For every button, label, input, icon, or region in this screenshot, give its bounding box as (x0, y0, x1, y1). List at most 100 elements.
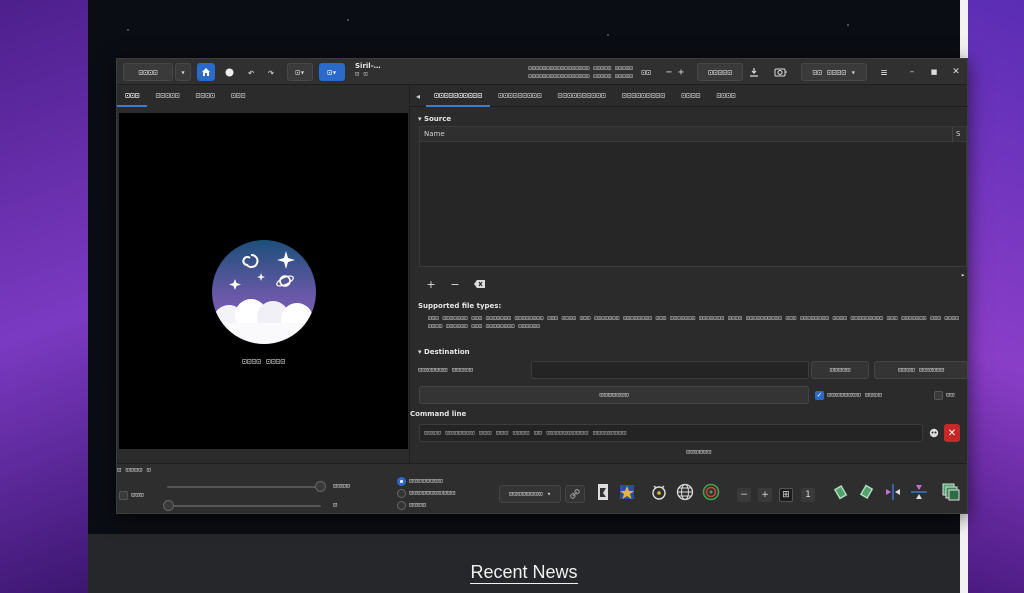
low-slider-value: ⊡ (333, 501, 338, 509)
siril-window: ⊡⊡⊡⊡ ▾ ↶ ↷ ⊡▾ ⊡▾ Siril-… ⊡ ⊡ ⊡⊡⊡⊡⊡⊡⊡⊡⊡⊡⊡… (116, 58, 968, 514)
negative-view-icon[interactable] (593, 482, 613, 502)
tab-viewer-3[interactable]: ⊡⊡⊡⊡ (188, 85, 223, 107)
hamburger-menu-icon[interactable]: ≡ (875, 63, 893, 81)
debayer-checkbox[interactable] (934, 391, 943, 400)
add-file-button[interactable]: + (422, 276, 440, 292)
file-table-header: Name S (420, 127, 966, 142)
recent-news-heading[interactable]: Recent News (88, 562, 960, 584)
low-slider-track[interactable] (167, 505, 321, 507)
zoom-fit-button[interactable]: ⊡⊡⊡⊡⊡ (697, 63, 743, 81)
radio-option-1[interactable] (397, 477, 406, 486)
photometry-icon[interactable] (649, 482, 669, 502)
radio-option-2[interactable] (397, 489, 406, 498)
symbolic-link-label: ⊡⊡⊡⊡⊡⊡⊡⊡ ⊡⊡⊡⊡ (827, 391, 882, 399)
radio-option-1-label: ⊡⊡⊡⊡⊡⊡⊡⊡ (409, 477, 443, 485)
mirror-x-icon[interactable] (883, 482, 903, 502)
zoom-in-icon[interactable]: + (758, 488, 772, 502)
bottom-toolbar: ⊡ ⊡⊡⊡⊡ ⊡ ⊡⊡⊡ ⊡⊡⊡⊡ ⊡ ⊡⊡⊡⊡⊡⊡⊡⊡ ⊡⊡⊡⊡⊡⊡⊡⊡⊡⊡⊡… (117, 463, 967, 513)
tab-calibration[interactable]: ⊡⊡⊡⊡⊡⊡⊡⊡⊡⊡ (550, 85, 614, 107)
siril-logo (211, 239, 317, 345)
control-pane: ◂ ⊡⊡⊡⊡⊡⊡⊡⊡⊡⊡ ⊡⊡⊡⊡⊡⊡⊡⊡⊡ ⊡⊡⊡⊡⊡⊡⊡⊡⊡⊡ ⊡⊡⊡⊡⊡⊡… (409, 85, 968, 463)
zoom-one-icon[interactable]: 1 (801, 488, 815, 502)
convert-button[interactable]: ⊡⊡⊡⊡⊡⊡⊡ (419, 386, 809, 404)
display-checkbox[interactable] (119, 491, 128, 500)
redo-icon[interactable]: ↷ (263, 63, 279, 81)
tab-sequence[interactable]: ⊡⊡⊡⊡⊡⊡⊡⊡⊡ (490, 85, 549, 107)
low-slider-handle[interactable] (163, 500, 174, 511)
supported-types-title: Supported file types: (418, 302, 502, 310)
tab-registration[interactable]: ⊡⊡⊡⊡⊡⊡⊡⊡⊡ (614, 85, 673, 107)
chevron-down-icon[interactable]: ▾ (175, 63, 191, 81)
close-icon[interactable]: ✕ (949, 65, 963, 79)
command-line-title: Command line (410, 410, 467, 418)
tab-viewer-1[interactable]: ⊡⊡⊡ (117, 85, 148, 107)
camera-icon[interactable] (767, 63, 795, 81)
radio-option-2-label: ⊡⊡⊡⊡⊡⊡⊡⊡⊡⊡⊡ (409, 489, 456, 497)
clear-list-icon[interactable] (470, 276, 488, 292)
window-title: Siril-… ⊡ ⊡ (355, 62, 381, 78)
symbolic-link-checkbox[interactable]: ✓ (815, 391, 824, 400)
target-icon[interactable] (701, 482, 721, 502)
high-slider-handle[interactable] (315, 481, 326, 492)
image-viewer-pane: ⊡⊡⊡ ⊡⊡⊡⊡⊡ ⊡⊡⊡⊡ ⊡⊡⊡ ⊡⊡⊡⊡ ⊡⊡⊡⊡ (117, 85, 409, 463)
download-icon[interactable] (745, 63, 763, 81)
column-name[interactable]: Name (424, 130, 445, 138)
mirror-y-icon[interactable] (909, 482, 929, 502)
zoom-out-icon[interactable]: − (737, 488, 751, 502)
zoom-label: ⊡⊡ (641, 67, 651, 77)
destination-option-button[interactable]: ⊡⊡⊡⊡⊡ (811, 361, 869, 379)
command-help-icon[interactable] (925, 425, 943, 441)
tab-stacking[interactable]: ⊡⊡⊡⊡ (708, 85, 743, 107)
destination-section-title[interactable]: Destination (418, 348, 470, 356)
command-line-input[interactable]: ⊡⊡⊡⊡ ⊡⊡⊡⊡⊡⊡⊡ ⊡⊡⊡ ⊡⊡⊡ ⊡⊡⊡⊡ ⊡⊡ ⊡⊡⊡⊡⊡⊡⊡⊡⊡⊡ … (419, 424, 923, 442)
minimize-icon[interactable]: – (905, 65, 919, 79)
link-icon[interactable] (565, 485, 585, 503)
column-size[interactable]: S (952, 127, 960, 142)
remove-file-button[interactable]: − (446, 276, 464, 292)
scripts-menu-button[interactable]: ⊡▾ (287, 63, 313, 81)
tab-viewer-2[interactable]: ⊡⊡⊡⊡⊡ (147, 85, 187, 107)
display-checkbox-label: ⊡⊡⊡ (131, 491, 144, 499)
source-section-title[interactable]: Source (418, 115, 451, 123)
home-icon[interactable] (197, 63, 215, 81)
tabs-scroll-left-icon[interactable]: ◂ (410, 85, 426, 107)
supported-types-list: ⊡⊡⊡ ⊡⊡⊡⊡⊡⊡⊡ ⊡⊡⊡ ⊡⊡⊡⊡⊡⊡⊡ ⊡⊡⊡⊡⊡⊡⊡⊡ ⊡⊡⊡ ⊡⊡⊡… (428, 315, 960, 330)
false-color-icon[interactable] (617, 482, 637, 502)
high-slider-value: ⊡⊡⊡⊡ (333, 482, 350, 490)
image-preview[interactable]: ⊡⊡⊡⊡ ⊡⊡⊡⊡ (119, 113, 408, 449)
stop-process-button[interactable]: ✕ (944, 424, 960, 442)
source-file-table[interactable]: Name S (419, 126, 967, 267)
control-tabs: ◂ ⊡⊡⊡⊡⊡⊡⊡⊡⊡⊡ ⊡⊡⊡⊡⊡⊡⊡⊡⊡ ⊡⊡⊡⊡⊡⊡⊡⊡⊡⊡ ⊡⊡⊡⊡⊡⊡… (410, 85, 968, 107)
radio-option-3-label: ⊡⊡⊡⊡ (409, 501, 426, 509)
stretch-select[interactable]: ⊡⊡⊡⊡⊡⊡⊡⊡ ▾ (499, 485, 561, 503)
undo-icon[interactable]: ↶ (243, 63, 259, 81)
high-slider-track[interactable] (167, 486, 321, 488)
image-stack-icon[interactable] (941, 482, 961, 502)
working-directory: ⊡⊡⊡⊡⊡⊡⊡⊡⊡⊡⊡⊡⊡⊡⊡⊡⊡ ⊡⊡⊡⊡⊡ ⊡⊡⊡⊡⊡ ⊡⊡⊡⊡⊡⊡⊡⊡⊡⊡… (528, 65, 633, 80)
tab-viewer-4[interactable]: ⊡⊡⊡ (223, 85, 253, 107)
rotate-right-icon[interactable] (857, 482, 877, 502)
header-bar: ⊡⊡⊡⊡ ▾ ↶ ↷ ⊡▾ ⊡▾ Siril-… ⊡ ⊡ ⊡⊡⊡⊡⊡⊡⊡⊡⊡⊡⊡… (117, 59, 967, 85)
tab-conversion[interactable]: ⊡⊡⊡⊡⊡⊡⊡⊡⊡⊡ (426, 85, 491, 107)
maximize-icon[interactable]: ■ (927, 65, 941, 79)
sequence-name-label: ⊡⊡⊡⊡⊡⊡⊡ ⊡⊡⊡⊡⊡ (418, 366, 473, 374)
tab-plot[interactable]: ⊡⊡⊡⊡ (673, 85, 708, 107)
debayer-label: ⊡⊡ (946, 391, 955, 399)
desktop-wallpaper-right (960, 0, 1024, 593)
viewer-tabs: ⊡⊡⊡ ⊡⊡⊡⊡⊡ ⊡⊡⊡⊡ ⊡⊡⊡ (117, 85, 253, 107)
panel-collapse-icon[interactable]: ▸ (961, 271, 965, 279)
record-icon[interactable] (221, 63, 237, 81)
rotate-left-icon[interactable] (831, 482, 851, 502)
astrometry-globe-icon[interactable] (675, 482, 695, 502)
destination-folder-button[interactable]: ⊡⊡⊡⊡ ⊡⊡⊡⊡⊡⊡ (874, 361, 968, 379)
no-image-label: ⊡⊡⊡⊡ ⊡⊡⊡⊡ (241, 357, 286, 366)
zoom-fit-icon[interactable]: ⊞ (779, 488, 793, 502)
main-menu-button[interactable]: ⊡⊡⊡⊡ (123, 63, 173, 81)
desktop-wallpaper-left (0, 0, 88, 593)
radio-option-3[interactable] (397, 501, 406, 510)
display-mode-select[interactable]: ⊡⊡ ⊡⊡⊡⊡ ▾ (801, 63, 867, 81)
sequence-name-input[interactable] (531, 361, 809, 379)
mode-menu-button[interactable]: ⊡▾ (319, 63, 345, 81)
command-status-text: ⊡⊡⊡⊡⊡⊡ (686, 448, 712, 456)
zoom-out-in-icon[interactable]: − + (661, 63, 689, 81)
